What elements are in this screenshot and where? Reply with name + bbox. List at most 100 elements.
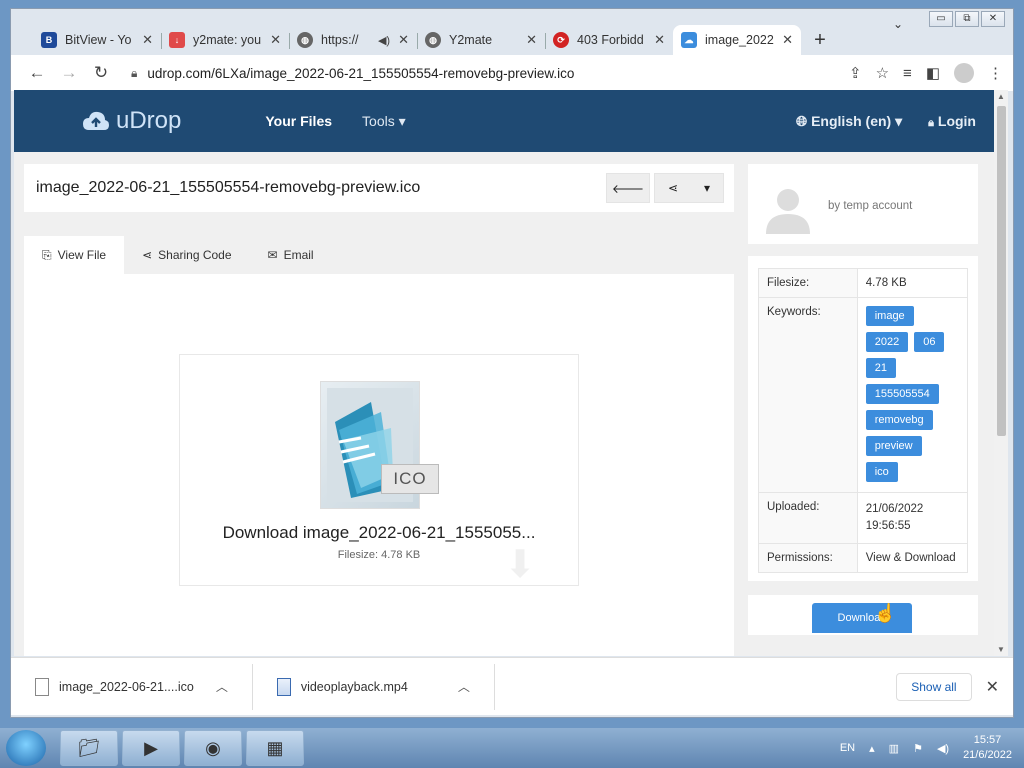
title-actions: 🡐 ⋖ ▾ [606, 173, 724, 203]
envelope-icon: ✉ [267, 248, 278, 262]
file-icon: ⎘ [42, 247, 52, 262]
forward-icon[interactable]: → [53, 63, 85, 83]
tab-https[interactable]: ◍ https:// ◀) ✕ [289, 25, 417, 55]
action-center-icon[interactable]: ⚑ [913, 742, 923, 755]
toolbar-actions: ⇪ ☆ ≡ ◧ ⋮ [849, 63, 1003, 83]
download-title[interactable]: Download image_2022-06-21_1555055... [180, 523, 578, 543]
tab-udrop-image[interactable]: ☁ image_2022 ✕ [673, 25, 801, 55]
close-tab-icon[interactable]: ✕ [398, 32, 409, 48]
back-icon[interactable]: ← [21, 63, 53, 83]
forbidden-icon: ⟳ [553, 32, 569, 48]
scroll-thumb[interactable] [997, 106, 1006, 436]
file-explorer-icon[interactable]: 📁︎ [60, 730, 118, 766]
filesize-label: Filesize: [758, 268, 858, 298]
download-item-name[interactable]: image_2022-06-21....ico [59, 680, 194, 694]
keyword-tag[interactable]: 2022 [865, 332, 909, 352]
tab-title: y2mate: you [193, 33, 262, 47]
page-title: image_2022-06-21_155505554-removebg-prev… [36, 179, 421, 196]
page-viewport: uDrop Your Files Tools ▾ 🌐︎ English (en)… [14, 90, 994, 656]
keyword-tag[interactable]: 155505554 [865, 384, 939, 404]
new-tab-button[interactable]: + [805, 25, 835, 55]
bitview-icon: B [41, 32, 57, 48]
keyword-tag[interactable]: 21 [865, 358, 896, 378]
keyword-tag[interactable]: image [865, 306, 914, 326]
audio-playing-icon[interactable]: ◀) [378, 34, 390, 47]
login-link[interactable]: 🔒︎ Login [928, 113, 976, 130]
close-tab-icon[interactable]: ✕ [526, 32, 537, 48]
show-all-button[interactable]: Show all [896, 672, 972, 701]
keyword-tag[interactable]: preview [865, 436, 922, 456]
close-icon[interactable]: ✕ [986, 677, 999, 697]
lock-icon[interactable]: 🔒︎ [131, 66, 137, 81]
page-scrollbar[interactable]: ▲ ▼ [994, 90, 1008, 656]
network-icon[interactable]: ▥ [889, 742, 899, 755]
permissions-value: View & Download [856, 543, 969, 573]
language-indicator[interactable]: EN [840, 742, 855, 754]
url-text[interactable]: udrop.com/6LXa/image_2022-06-21_15550555… [147, 66, 574, 81]
profile-avatar-icon[interactable] [954, 63, 974, 83]
menu-kebab-icon[interactable]: ⋮ [988, 64, 1003, 82]
tab-view-file[interactable]: ⎘ View File [24, 236, 125, 274]
clock[interactable]: 15:57 21/6/2022 [963, 733, 1012, 763]
address-bar[interactable]: 🔒︎ udrop.com/6LXa/image_2022-06-21_15550… [131, 66, 781, 81]
nav-tools-dropdown[interactable]: Tools ▾ [362, 113, 406, 130]
share-dropdown-button[interactable]: ⋖ ▾ [654, 173, 724, 203]
tab-title: Y2mate [449, 33, 493, 47]
share-icon: ⋖ [142, 248, 153, 262]
tab-label: View File [57, 248, 107, 262]
start-button[interactable] [6, 730, 46, 766]
download-button[interactable]: Download [812, 603, 912, 633]
keyword-tag[interactable]: 06 [914, 332, 945, 352]
media-control-icon[interactable]: ≡ [903, 65, 912, 82]
globe-icon: ◍ [297, 32, 313, 48]
download-item-name[interactable]: videoplayback.mp4 [301, 680, 408, 694]
bookmark-star-icon[interactable]: ☆ [876, 64, 889, 82]
header-right: 🌐︎ English (en) ▾ 🔒︎ Login [796, 113, 976, 130]
owner-card: by temp account [748, 164, 978, 244]
chevron-up-icon[interactable]: ︿ [216, 678, 228, 695]
control-panel-icon[interactable]: ▦ [246, 730, 304, 766]
sidebar: by temp account Filesize: 4.78 KB Keywor… [748, 164, 978, 635]
close-tab-icon[interactable]: ✕ [142, 32, 153, 48]
keyword-tag[interactable]: removebg [865, 410, 933, 430]
back-arrow-button[interactable]: 🡐 [606, 173, 650, 203]
close-tab-icon[interactable]: ✕ [782, 32, 793, 48]
browser-toolbar: ← → ↻ 🔒︎ udrop.com/6LXa/image_2022-06-21… [11, 55, 1013, 91]
volume-icon[interactable]: ◀) [937, 742, 949, 755]
table-row: Permissions: View & Download [758, 543, 969, 573]
show-hidden-icons-icon[interactable]: ▴ [869, 742, 875, 755]
tab-y2mate-2[interactable]: ◍ Y2mate ✕ [417, 25, 545, 55]
ico-badge: ICO [381, 464, 439, 494]
main-column: image_2022-06-21_155505554-removebg-prev… [24, 164, 734, 656]
nav-your-files[interactable]: Your Files [265, 113, 332, 129]
download-card[interactable]: ICO ⬇ Download image_2022-06-21_1555055.… [179, 354, 579, 586]
media-player-icon[interactable]: ▶ [122, 730, 180, 766]
table-row: Filesize: 4.78 KB [758, 268, 969, 298]
keyword-tag[interactable]: ico [865, 462, 898, 482]
download-item[interactable]: videoplayback.mp4 ︿ [253, 663, 495, 710]
tab-email[interactable]: ✉ Email [250, 236, 332, 274]
file-icon [35, 677, 49, 696]
scroll-down-icon[interactable]: ▼ [997, 645, 1005, 654]
download-panel: Download ☝ [748, 595, 978, 635]
cloud-upload-icon [83, 111, 109, 130]
ico-file-thumbnail[interactable]: ICO [320, 381, 439, 509]
tab-search-icon[interactable]: ⌄ [893, 17, 903, 31]
permissions-label: Permissions: [758, 543, 858, 573]
chevron-up-icon[interactable]: ︿ [458, 678, 470, 695]
udrop-logo[interactable]: uDrop [82, 107, 181, 135]
tab-403-forbidden[interactable]: ⟳ 403 Forbidd ✕ [545, 25, 673, 55]
language-dropdown[interactable]: 🌐︎ English (en) ▾ [796, 113, 902, 130]
tab-bitview[interactable]: B BitView - Yo ✕ [33, 25, 161, 55]
tab-title: BitView - Yo [65, 33, 132, 47]
tab-y2mate[interactable]: ↓ y2mate: you ✕ [161, 25, 289, 55]
reload-icon[interactable]: ↻ [85, 63, 117, 83]
close-tab-icon[interactable]: ✕ [270, 32, 281, 48]
side-panel-icon[interactable]: ◧ [926, 64, 940, 82]
download-item[interactable]: image_2022-06-21....ico ︿ [11, 663, 253, 710]
chrome-icon[interactable]: ◉ [184, 730, 242, 766]
tab-sharing-code[interactable]: ⋖ Sharing Code [124, 236, 249, 274]
scroll-up-icon[interactable]: ▲ [997, 92, 1005, 101]
close-tab-icon[interactable]: ✕ [654, 32, 665, 48]
share-icon[interactable]: ⇪ [849, 64, 862, 82]
